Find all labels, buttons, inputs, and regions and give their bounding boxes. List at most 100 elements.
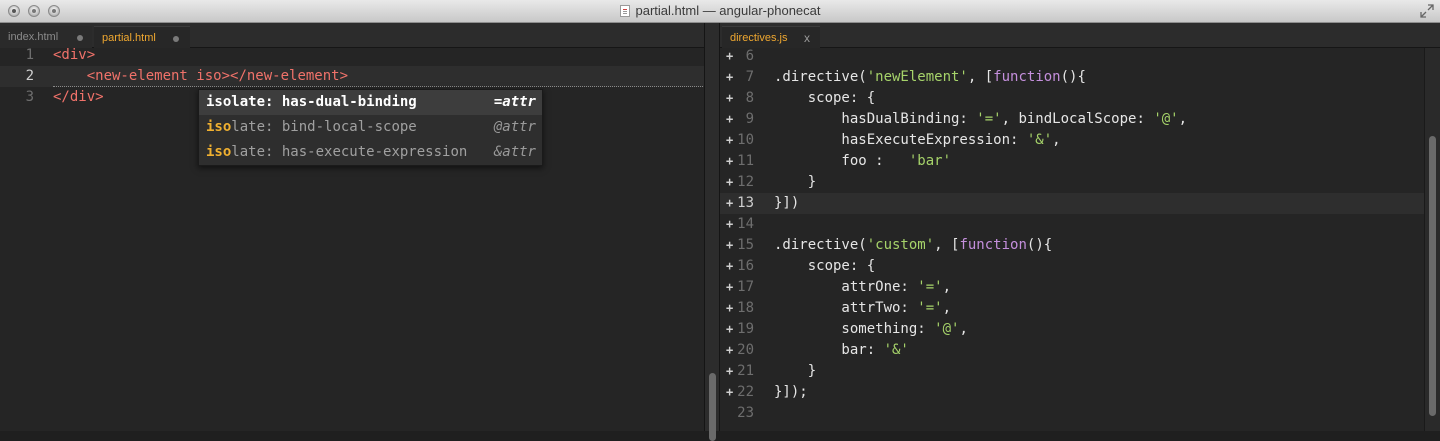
completion-text: late: bind-local-scope <box>231 119 417 135</box>
tab-label: directives.js <box>730 32 788 44</box>
completion-text: late: has-execute-expression <box>231 144 468 160</box>
line-number: 6 <box>745 48 754 64</box>
completion-hint: &attr <box>493 144 536 160</box>
string-token: 'bar' <box>908 153 952 169</box>
code-line: +15 .directive('custom', [function(){ <box>720 235 1424 256</box>
code-token: scope: { <box>774 258 876 274</box>
code-line: +9 hasDualBinding: '=', bindLocalScope: … <box>720 109 1424 130</box>
match-text: iso <box>206 119 232 135</box>
completion-text: late: has-dual-binding <box>231 94 417 110</box>
string-token: '=' <box>917 279 943 295</box>
left-editor-pane: index.html partial.html 1 <div> 2 <new-e… <box>0 23 704 431</box>
code-token: .directive( <box>774 69 867 85</box>
code-text: hasDualBinding: '=', bindLocalScope: '@'… <box>774 109 1187 130</box>
unsaved-dot-icon[interactable] <box>77 35 83 41</box>
tab-label: partial.html <box>102 32 156 44</box>
line-number: 14 <box>737 216 754 232</box>
line-number: 3 <box>25 89 34 105</box>
line-number: 18 <box>737 300 754 316</box>
line-number: 2 <box>25 68 34 84</box>
code-line: +21 } <box>720 361 1424 382</box>
tab-directives-js[interactable]: directives.js x <box>722 26 820 48</box>
code-token: scope: { <box>774 90 876 106</box>
match-text: iso <box>206 94 232 110</box>
code-token: , [ <box>934 237 960 253</box>
string-token: '=' <box>976 111 1002 127</box>
autocomplete-item[interactable]: isolate: has-execute-expression &attr <box>199 140 542 165</box>
code-line-current: 2 <new-element iso></new-element> <box>0 66 704 87</box>
code-line: +14 <box>720 214 1424 235</box>
autocomplete-item[interactable]: isolate: bind-local-scope @attr <box>199 115 542 140</box>
line-number: 19 <box>737 321 754 337</box>
code-text: }]); <box>774 382 808 403</box>
code-line: +12 } <box>720 172 1424 193</box>
right-scrollbar[interactable] <box>1424 48 1440 431</box>
code-line: +8 scope: { <box>720 88 1424 109</box>
window-title: partial.html — angular-phonecat <box>635 3 821 18</box>
line-number: 1 <box>25 47 34 63</box>
code-token: }]); <box>774 384 808 400</box>
code-token: }]) <box>774 195 800 211</box>
string-token: '@' <box>934 321 960 337</box>
code-line: +16 scope: { <box>720 256 1424 277</box>
code-text: .directive('newElement', [function(){ <box>774 67 1086 88</box>
right-scrollbar-thumb[interactable] <box>1429 136 1436 416</box>
string-token: 'custom' <box>866 237 935 253</box>
code-token: hasExecuteExpression: <box>774 132 1027 148</box>
code-token: } <box>774 174 817 190</box>
right-editor-pane: directives.js x 23 +22}]); +21 } +20 bar: '… <box>720 23 1440 431</box>
line-number: 20 <box>737 342 754 358</box>
unsaved-dot-icon[interactable] <box>173 36 179 42</box>
code-text: foo : 'bar' <box>774 151 951 172</box>
string-token: '@' <box>1153 111 1179 127</box>
line-number: 17 <box>737 279 754 295</box>
code-text: something: '@', <box>774 319 968 340</box>
line-number: 12 <box>737 174 754 190</box>
tab-label: index.html <box>8 31 59 43</box>
code-line: +19 something: '@', <box>720 319 1424 340</box>
fullscreen-icon[interactable] <box>1420 4 1434 18</box>
code-token: , <box>959 321 968 337</box>
code-text: <div> <box>53 47 96 63</box>
line-number: 15 <box>737 237 754 253</box>
line-number: 9 <box>745 111 754 127</box>
line-number: 13 <box>737 195 754 211</box>
code-text: .directive('custom', [function(){ <box>774 235 1052 256</box>
autocomplete-item[interactable]: isolate: has-dual-binding =attr <box>199 90 542 115</box>
line-number: 16 <box>737 258 754 274</box>
code-text: attrOne: '=', <box>774 277 951 298</box>
code-line: 23 <box>720 403 1424 424</box>
code-token: , <box>942 300 952 316</box>
line-number: 7 <box>745 69 754 85</box>
line-number: 23 <box>737 405 754 421</box>
code-text: <new-element iso></new-element> <box>53 66 348 87</box>
code-text: attrTwo: '=', <box>774 298 951 319</box>
code-token: (){ <box>1060 69 1086 85</box>
string-token: '&' <box>1026 132 1053 148</box>
code-line: +20 bar: '&' <box>720 340 1424 361</box>
pane-splitter[interactable] <box>704 23 720 441</box>
code-text: } <box>774 361 816 382</box>
code-token: , <box>1178 111 1188 127</box>
code-line-current: +13}]) <box>720 193 1424 214</box>
document-icon <box>619 5 630 17</box>
code-token: (){ <box>1026 237 1053 253</box>
code-text: bar: '&' <box>774 340 909 361</box>
string-token: '&' <box>883 342 909 358</box>
code-line: +22}]); <box>720 382 1424 403</box>
line-number: 21 <box>737 363 754 379</box>
autocomplete-popup: isolate: has-dual-binding =attr isolate: … <box>198 89 543 166</box>
code-token: , <box>942 279 952 295</box>
line-number: 11 <box>737 153 754 169</box>
right-editor[interactable]: 23 +22}]); +21 } +20 bar: '&' +19 something:… <box>720 48 1440 431</box>
window-title-wrap: partial.html — angular-phonecat <box>0 3 1440 18</box>
code-line: +7 .directive('newElement', [function(){ <box>720 67 1424 88</box>
code-line: +18 attrTwo: '=', <box>720 298 1424 319</box>
code-token: something: <box>774 321 935 337</box>
line-number: 8 <box>745 90 754 106</box>
code-token: hasDualBinding: <box>774 111 977 127</box>
code-token: , <box>1052 132 1061 148</box>
code-token: attrOne: <box>774 279 918 295</box>
code-text: </div> <box>53 89 104 105</box>
